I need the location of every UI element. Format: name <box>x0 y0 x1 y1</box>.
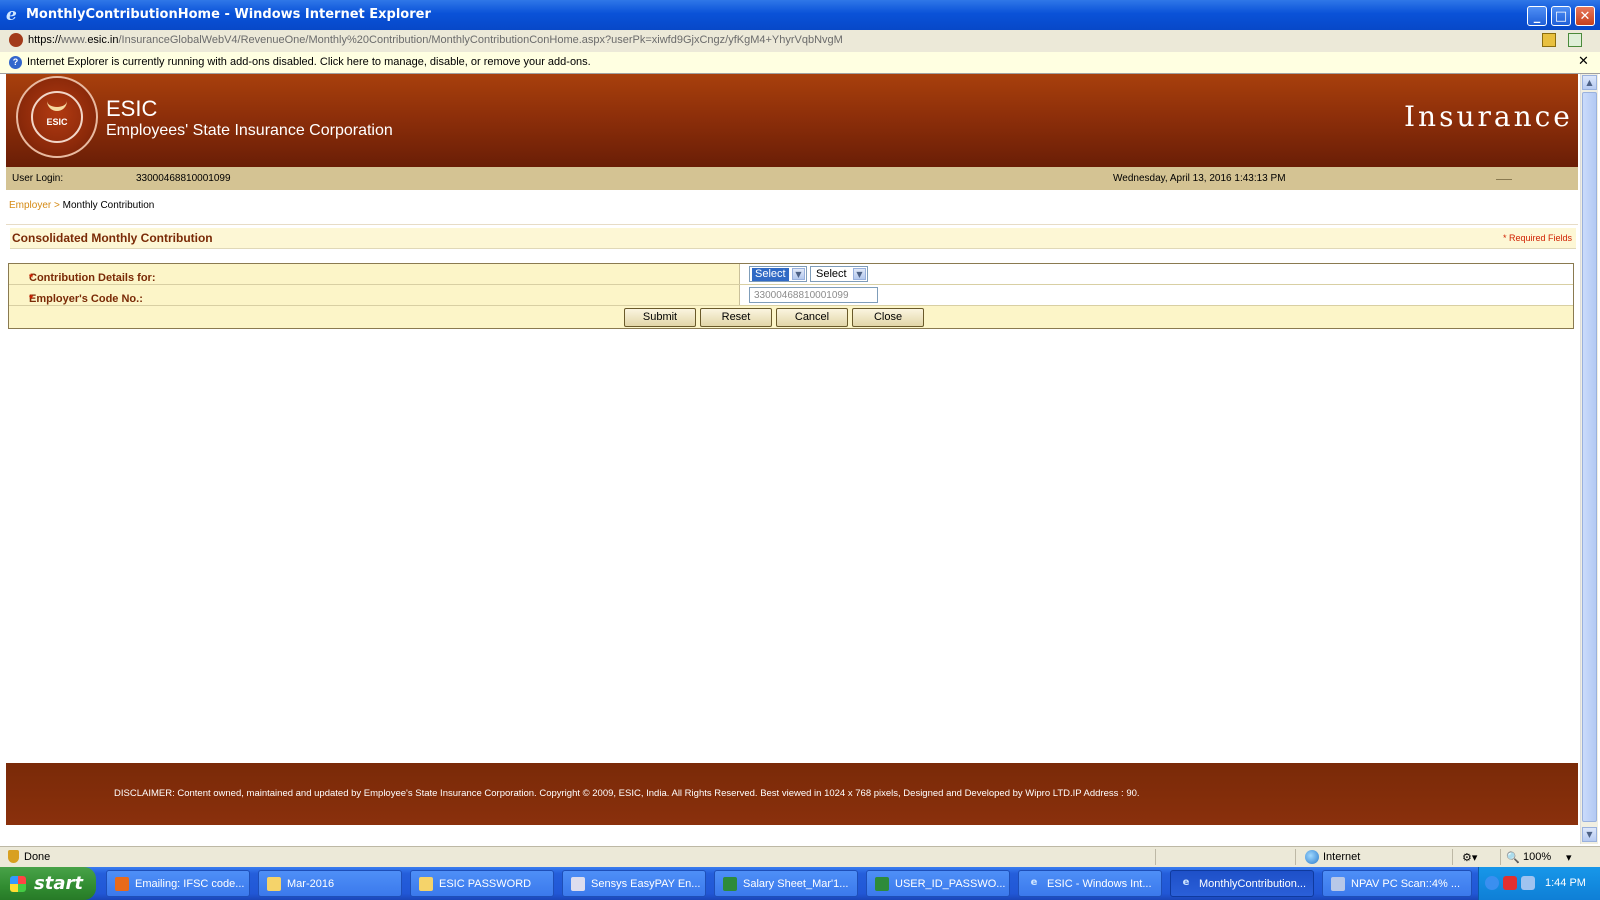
form-title-bar: Consolidated Monthly Contribution * Requ… <box>10 228 1576 249</box>
application-icon <box>571 877 585 891</box>
taskbar-item-app[interactable]: Sensys EasyPAY En... <box>562 870 706 897</box>
form-buttons: Submit Reset Cancel Close <box>9 307 1573 328</box>
taskbar-item-npav[interactable]: NPAV PC Scan::4% ... <box>1322 870 1472 897</box>
info-icon: ? <box>9 56 22 69</box>
taskbar-item-excel[interactable]: Salary Sheet_Mar'1... <box>714 870 858 897</box>
site-header: ESIC ESIC Employees' State Insurance Cor… <box>6 74 1578 167</box>
zoom-icon[interactable]: 🔍 <box>1506 851 1520 864</box>
month-select[interactable]: Select ▼ <box>749 266 807 282</box>
minimize-button[interactable]: _ <box>1527 6 1547 26</box>
employer-code-row: Employer's Code No.: * 33000468810001099 <box>9 285 1573 306</box>
information-bar[interactable]: ? Internet Explorer is currently running… <box>0 52 1600 74</box>
breadcrumb-current: Monthly Contribution <box>62 200 155 211</box>
internet-explorer-icon: e <box>6 5 17 25</box>
page-content: ESIC ESIC Employees' State Insurance Cor… <box>6 74 1578 844</box>
section-title: Insurance <box>1404 100 1573 133</box>
organization-name: Employees' State Insurance Corporation <box>106 122 393 139</box>
taskbar: start Emailing: IFSC code... Mar-2016 ES… <box>0 867 1600 900</box>
excel-icon <box>875 877 889 891</box>
window-title: MonthlyContributionHome - Windows Intern… <box>26 7 431 22</box>
information-bar-text[interactable]: Internet Explorer is currently running w… <box>27 56 591 68</box>
collapse-icon[interactable] <box>1496 179 1512 180</box>
internet-explorer-icon: e <box>1182 877 1190 888</box>
close-button[interactable]: Close <box>852 308 924 327</box>
magnifier-icon <box>1331 877 1345 891</box>
certificate-icon[interactable] <box>1568 33 1582 47</box>
status-bar: Done Internet ⚙▾ 🔍 100% ▾ <box>0 846 1600 867</box>
taskbar-item-excel[interactable]: USER_ID_PASSWO... <box>866 870 1010 897</box>
start-button[interactable]: start <box>0 867 96 900</box>
firefox-icon <box>115 877 129 891</box>
contribution-form: Contribution Details for: * Select ▼ Sele… <box>8 263 1574 329</box>
contribution-details-row: Contribution Details for: * Select ▼ Sele… <box>9 264 1573 285</box>
scroll-down-icon[interactable]: ▼ <box>1582 827 1597 842</box>
current-datetime: Wednesday, April 13, 2016 1:43:13 PM <box>1113 173 1286 184</box>
form-title: Consolidated Monthly Contribution <box>12 231 213 245</box>
zoom-dropdown-icon[interactable]: ▾ <box>1566 851 1572 864</box>
site-footer: DISCLAIMER: Content owned, maintained an… <box>6 763 1578 825</box>
network-icon[interactable] <box>1521 876 1535 890</box>
chevron-down-icon: ▼ <box>853 268 866 280</box>
brand-name: ESIC <box>106 96 158 121</box>
status-text: Done <box>24 851 51 863</box>
lock-icon[interactable] <box>1542 33 1556 47</box>
taskbar-item-ie[interactable]: e ESIC - Windows Int... <box>1018 870 1162 897</box>
breadcrumb: Employer > Monthly Contribution <box>9 200 155 211</box>
page-favicon-icon <box>9 33 23 47</box>
taskbar-item-firefox[interactable]: Emailing: IFSC code... <box>106 870 250 897</box>
chevron-down-icon: ▼ <box>792 268 805 280</box>
excel-icon <box>723 877 737 891</box>
disclaimer-text: DISCLAIMER: Content owned, maintained an… <box>114 788 1140 799</box>
shield-icon <box>8 850 19 863</box>
vertical-scrollbar[interactable]: ▲ ▼ <box>1580 74 1598 844</box>
scroll-up-icon[interactable]: ▲ <box>1582 75 1597 90</box>
security-zone: Internet <box>1323 851 1361 863</box>
protected-mode-icon[interactable]: ⚙▾ <box>1462 851 1477 864</box>
address-bar[interactable]: https://www.esic.in/InsuranceGlobalWebV4… <box>0 30 1600 53</box>
taskbar-item-folder[interactable]: ESIC PASSWORD <box>410 870 554 897</box>
windows-logo-icon <box>10 876 26 892</box>
user-info-bar: User Login: 33000468810001099 Wednesday,… <box>6 167 1578 190</box>
esic-logo: ESIC <box>16 76 98 158</box>
taskbar-clock[interactable]: 1:44 PM <box>1545 877 1586 889</box>
maximize-button[interactable]: □ <box>1551 6 1571 26</box>
user-login-id: 33000468810001099 <box>136 173 231 184</box>
breadcrumb-employer-link[interactable]: Employer <box>9 200 51 211</box>
zoom-level[interactable]: 100% <box>1523 851 1551 863</box>
folder-icon <box>267 877 281 891</box>
cancel-button[interactable]: Cancel <box>776 308 848 327</box>
folder-icon <box>419 877 433 891</box>
system-tray: 1:44 PM <box>1478 867 1600 900</box>
window-title-bar[interactable]: e MonthlyContributionHome - Windows Inte… <box>0 0 1600 30</box>
required-fields-note: * Required Fields <box>1502 233 1572 243</box>
submit-button[interactable]: Submit <box>624 308 696 327</box>
close-infobar-icon[interactable]: ✕ <box>1578 54 1589 69</box>
year-select[interactable]: Select ▼ <box>810 266 868 282</box>
scrollbar-thumb[interactable] <box>1582 92 1597 822</box>
close-window-button[interactable]: ✕ <box>1575 6 1595 26</box>
internet-explorer-icon: e <box>1030 877 1038 888</box>
taskbar-item-folder[interactable]: Mar-2016 <box>258 870 402 897</box>
address-url[interactable]: https://www.esic.in/InsuranceGlobalWebV4… <box>28 34 843 46</box>
reset-button[interactable]: Reset <box>700 308 772 327</box>
tray-expand-icon[interactable] <box>1485 876 1499 890</box>
globe-icon <box>1305 850 1319 864</box>
antivirus-icon[interactable] <box>1503 876 1517 890</box>
user-login-label: User Login: <box>12 173 64 184</box>
employer-code-field[interactable]: 33000468810001099 <box>749 287 878 303</box>
taskbar-item-ie-active[interactable]: e MonthlyContribution... <box>1170 870 1314 897</box>
